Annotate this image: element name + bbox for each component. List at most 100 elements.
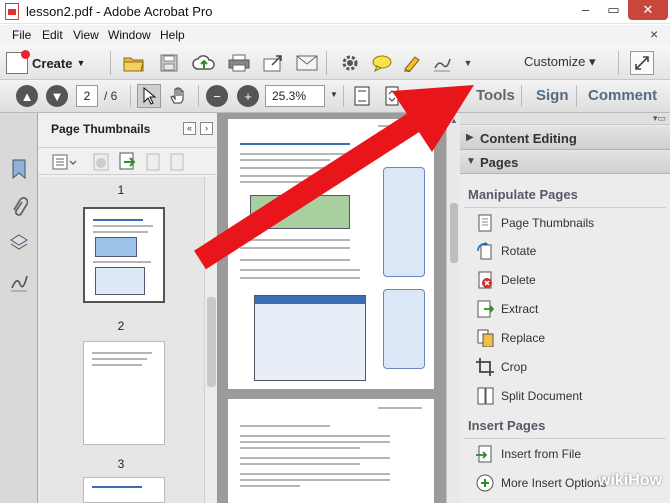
menu-file[interactable]: File <box>12 28 31 42</box>
arrow-down-icon: ▼ <box>50 88 64 104</box>
doc-text-line <box>240 473 390 475</box>
printer-icon <box>228 54 250 72</box>
paperclip-icon[interactable] <box>10 197 28 217</box>
save-button[interactable] <box>157 51 181 75</box>
tool-rotate[interactable]: Rotate <box>476 241 666 263</box>
toolbar-divider <box>326 51 327 75</box>
close-window-button[interactable]: ✕ <box>628 0 668 20</box>
document-view[interactable] <box>218 113 446 503</box>
highlight-button[interactable] <box>400 51 424 75</box>
menu-view[interactable]: View <box>73 28 99 42</box>
thumbnail-page-2[interactable] <box>83 207 165 303</box>
thumbnails-toolbar <box>38 147 218 175</box>
menu-help[interactable]: Help <box>160 28 185 42</box>
scroll-up-icon[interactable]: ▲ <box>450 116 458 125</box>
print-button[interactable] <box>227 51 251 75</box>
menu-window[interactable]: Window <box>108 28 151 42</box>
layers-icon[interactable] <box>10 233 28 253</box>
create-button[interactable]: Create ▼ <box>6 50 100 75</box>
options-menu-icon[interactable] <box>52 153 78 171</box>
thumbnails-header: Page Thumbnails « › <box>38 113 218 143</box>
document-page-2[interactable] <box>228 119 434 389</box>
page-header-text <box>378 125 422 127</box>
maximize-button[interactable]: ▭ <box>600 0 627 20</box>
zoom-in-button[interactable]: + <box>237 85 259 107</box>
page-thumbnails-panel: Page Thumbnails « › 1 2 3 <box>38 113 218 503</box>
insert-page-icon[interactable] <box>118 152 138 172</box>
close-document-button[interactable]: × <box>650 26 658 42</box>
section-content-editing[interactable]: ▶ Content Editing <box>460 126 670 150</box>
doc-text-line <box>240 239 350 241</box>
collapse-panel-button[interactable]: « <box>183 122 196 135</box>
tab-tools[interactable]: Tools <box>476 87 515 104</box>
sign-button[interactable] <box>430 51 454 75</box>
more-insert-options-icon <box>476 474 494 492</box>
settings-button[interactable] <box>338 51 362 75</box>
page-properties-icon[interactable] <box>144 153 162 171</box>
comment-bubble-button[interactable] <box>370 51 394 75</box>
doc-text-line <box>240 247 350 249</box>
cloud-upload-icon <box>192 55 215 70</box>
toolbar-divider <box>110 51 111 75</box>
menu-edit[interactable]: Edit <box>42 28 63 42</box>
document-page-3[interactable] <box>228 399 434 503</box>
scrollbar-thumb[interactable] <box>450 203 458 263</box>
tool-replace[interactable]: Replace <box>476 328 666 350</box>
cloud-upload-button[interactable] <box>192 51 216 75</box>
open-folder-button[interactable] <box>122 51 146 75</box>
tool-split-document[interactable]: Split Document <box>476 386 666 408</box>
toolbar-divider <box>343 85 344 107</box>
chevron-down-icon[interactable]: ▼ <box>330 90 338 99</box>
tab-divider <box>576 85 577 107</box>
previous-page-button[interactable]: ▲ <box>16 85 38 107</box>
section-pages[interactable]: ▼ Pages <box>460 150 670 174</box>
chevron-down-icon: ▾ <box>589 54 596 69</box>
fit-page-button[interactable] <box>350 84 374 108</box>
print-pages-icon[interactable] <box>168 153 186 171</box>
thumbnails-scrollbar[interactable] <box>204 177 217 503</box>
thumbnail-page-3[interactable] <box>83 341 165 445</box>
tool-label: Delete <box>501 273 536 287</box>
thumbnail-page-number: 1 <box>117 183 125 197</box>
page-number-input[interactable]: 2 <box>76 85 98 107</box>
panel-title: Page Thumbnails <box>51 122 151 136</box>
email-button[interactable] <box>295 51 319 75</box>
full-screen-button[interactable] <box>630 51 654 75</box>
more-tools-button[interactable]: ▼ <box>456 51 480 75</box>
zoom-out-button[interactable]: − <box>206 85 228 107</box>
thumbnail-page-4[interactable] <box>83 477 165 503</box>
tool-page-thumbnails[interactable]: Page Thumbnails <box>476 213 666 235</box>
share-button[interactable] <box>262 51 286 75</box>
tool-label: Page Thumbnails <box>501 216 595 230</box>
tool-extract[interactable]: Extract <box>476 299 666 321</box>
select-tool-button[interactable] <box>137 84 161 108</box>
chevron-right-icon: › <box>205 123 208 133</box>
thumb-text-line <box>93 261 151 263</box>
tool-delete[interactable]: Delete <box>476 270 666 292</box>
pane-options-icon[interactable]: ▾▭ <box>653 113 666 124</box>
scroll-mode-button[interactable] <box>380 84 404 108</box>
tool-crop[interactable]: Crop <box>476 357 666 379</box>
customize-button[interactable]: Customize ▾ <box>524 54 596 70</box>
chevron-down-icon: ▼ <box>76 58 86 68</box>
next-page-button[interactable]: ▼ <box>46 85 68 107</box>
minimize-button[interactable]: – <box>572 0 599 20</box>
tool-insert-from-file[interactable]: Insert from File <box>476 444 666 466</box>
signature-icon[interactable] <box>10 273 28 293</box>
thumb-text-line <box>93 225 153 227</box>
tab-comment[interactable]: Comment <box>588 87 657 104</box>
exercise-heading <box>240 143 350 145</box>
main-toolbar: Create ▼ ▼ Customize ▾ <box>0 45 670 80</box>
window-title: lesson2.pdf - Adobe Acrobat Pro <box>26 4 213 19</box>
document-scrollbar[interactable]: ▲ <box>446 113 460 503</box>
hand-tool-button[interactable] <box>166 84 190 108</box>
panel-options-button[interactable]: › <box>200 122 213 135</box>
scrollbar-thumb[interactable] <box>207 297 216 387</box>
zoom-level-input[interactable]: 25.3% <box>265 85 325 107</box>
double-chevron-left-icon: « <box>186 123 192 133</box>
delete-page-icon[interactable] <box>92 153 110 171</box>
bookmark-icon[interactable] <box>10 159 28 179</box>
menu-bar: File Edit View Window Help × <box>0 25 670 45</box>
replace-icon <box>477 329 494 347</box>
tab-sign[interactable]: Sign <box>536 87 569 104</box>
